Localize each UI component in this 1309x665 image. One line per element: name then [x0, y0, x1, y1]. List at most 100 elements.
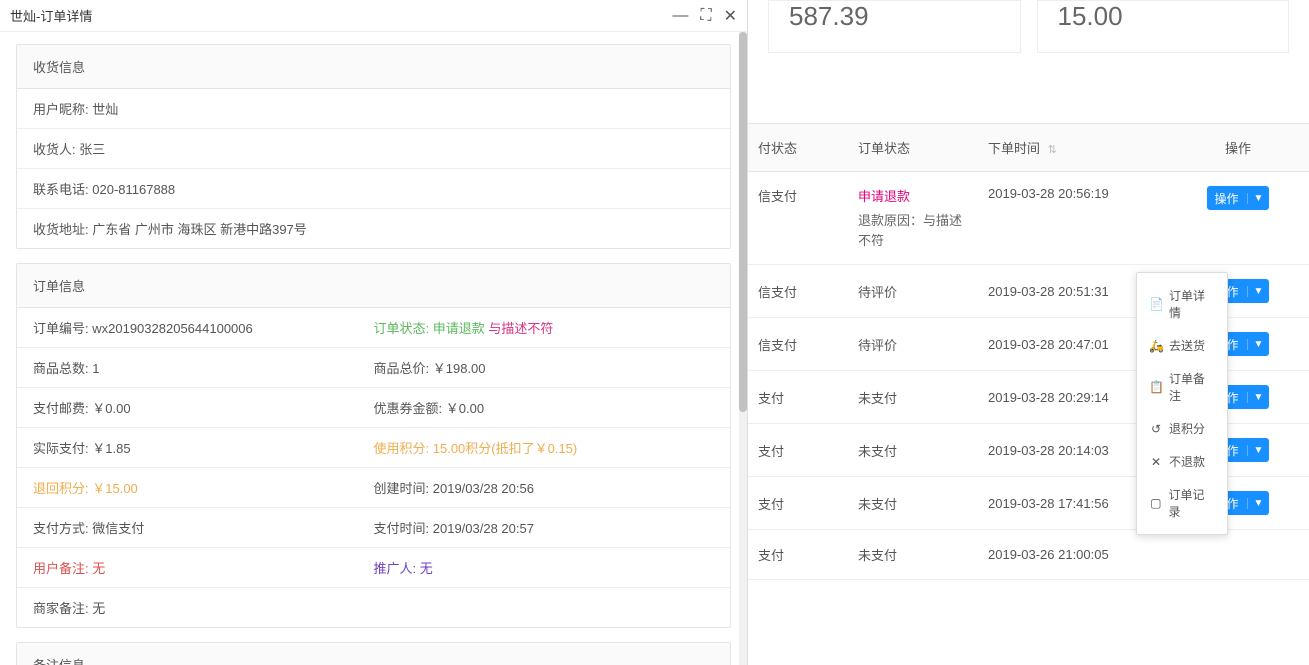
modal-controls: — ⛶ ✕: [672, 6, 737, 26]
status-label: 订单状态:: [374, 321, 430, 336]
coupon-value: ￥0.00: [446, 401, 484, 416]
caret-down-icon: ▼: [1247, 445, 1270, 456]
address-row: 收货地址: 广东省 广州市 海珠区 新港中路397号: [17, 209, 730, 248]
cell-pay: 支付: [748, 427, 848, 474]
caret-down-icon: ▼: [1247, 392, 1270, 403]
user-remark-label: 用户备注:: [33, 561, 89, 576]
merchant-remark-label: 商家备注:: [33, 601, 89, 616]
promoter-label: 推广人:: [374, 561, 417, 576]
dropdown-item-deliver[interactable]: 🛵 去送货: [1137, 329, 1227, 362]
cell-status: 待评价: [848, 268, 978, 315]
th-order-time[interactable]: 下单时间 ⇅: [978, 124, 1168, 171]
order-row-6: 支付方式: 微信支付 支付时间: 2019/03/28 20:57: [17, 508, 730, 548]
stat-value-2: 15.00: [1058, 1, 1269, 32]
points-return-value: ￥15.00: [92, 481, 138, 496]
th-order-status[interactable]: 订单状态: [848, 124, 978, 171]
goods-total-value: ￥198.00: [433, 361, 486, 376]
cell-status: 待评价: [848, 321, 978, 368]
order-row-3: 支付邮费: ￥0.00 优惠券金额: ￥0.00: [17, 388, 730, 428]
address-value: 广东省 广州市 海珠区 新港中路397号: [92, 222, 307, 237]
user-remark-value: 无: [92, 561, 105, 576]
caret-down-icon: ▼: [1247, 339, 1270, 350]
dropdown-item-label: 订单详情: [1169, 287, 1215, 321]
cell-status: 未支付: [848, 480, 978, 527]
dropdown-item-label: 不退款: [1169, 453, 1205, 470]
th-action: 操作: [1168, 124, 1308, 171]
cell-status: 未支付: [848, 427, 978, 474]
dropdown-item-label: 退积分: [1169, 420, 1205, 437]
coupon-label: 优惠券金额:: [374, 401, 443, 416]
phone-row: 联系电话: 020-81167888: [17, 169, 730, 209]
nickname-row: 用户昵称: 世灿: [17, 89, 730, 129]
caret-down-icon: ▼: [1247, 286, 1270, 297]
caret-down-icon: ▼: [1247, 193, 1270, 204]
shipping-header: 收货信息: [17, 45, 730, 89]
address-label: 收货地址:: [33, 222, 89, 237]
maximize-icon[interactable]: ⛶: [700, 7, 711, 25]
pay-time-value: 2019/03/28 20:57: [433, 521, 534, 536]
pay-method-value: 微信支付: [92, 521, 144, 536]
pay-time-label: 支付时间:: [374, 521, 430, 536]
order-row-2: 商品总数: 1 商品总价: ￥198.00: [17, 348, 730, 388]
created-label: 创建时间:: [374, 481, 430, 496]
nickname-label: 用户昵称:: [33, 102, 89, 117]
points-return-label: 退回积分:: [33, 481, 89, 496]
cell-status: 未支付: [848, 531, 978, 578]
action-button-label: 操作: [1207, 190, 1247, 207]
cell-time: 2019-03-26 21:00:05: [978, 533, 1168, 576]
promoter-value: 无: [420, 561, 433, 576]
order-detail-modal: 世灿-订单详情 — ⛶ ✕ 收货信息 用户昵称: 世灿 收货人: 张三 联系电话…: [0, 0, 748, 665]
cell-action: [1168, 541, 1308, 569]
phone-label: 联系电话:: [33, 182, 89, 197]
order-row-7: 用户备注: 无 推广人: 无: [17, 548, 730, 588]
cell-status: 未支付: [848, 374, 978, 421]
minimize-icon[interactable]: —: [672, 7, 688, 25]
dropdown-item-refund-points[interactable]: ↺ 退积分: [1137, 412, 1227, 445]
points-used-value: 15.00积分(抵扣了￥0.15): [433, 441, 578, 456]
ship-fee-value: ￥0.00: [92, 401, 130, 416]
scrollbar-thumb[interactable]: [739, 32, 747, 412]
dropdown-item-order-detail[interactable]: 📄 订单详情: [1137, 279, 1227, 329]
close-icon[interactable]: ✕: [724, 6, 737, 26]
th-order-time-label: 下单时间: [988, 141, 1040, 156]
log-icon: ▢: [1149, 496, 1163, 510]
sort-icon[interactable]: ⇅: [1048, 144, 1057, 156]
order-no-value: wx20190328205644100006: [92, 321, 253, 336]
stat-card-2: 15.00: [1037, 0, 1290, 53]
order-row-4: 实际支付: ￥1.85 使用积分: 15.00积分(抵扣了￥0.15): [17, 428, 730, 468]
dropdown-item-remark[interactable]: 📋 订单备注: [1137, 362, 1227, 412]
table-row: 支付 未支付 2019-03-26 21:00:05: [748, 530, 1309, 580]
refund-status: 申请退款: [858, 186, 968, 205]
action-button[interactable]: 操作 ▼: [1207, 186, 1270, 210]
stat-card-1: 587.39: [768, 0, 1021, 53]
phone-value: 020-81167888: [92, 182, 175, 197]
modal-body: 收货信息 用户昵称: 世灿 收货人: 张三 联系电话: 020-81167888…: [0, 32, 747, 665]
nickname-value: 世灿: [92, 102, 118, 117]
receiver-row: 收货人: 张三: [17, 129, 730, 169]
cancel-icon: ✕: [1149, 455, 1163, 469]
cell-pay: 支付: [748, 480, 848, 527]
modal-header: 世灿-订单详情 — ⛶ ✕: [0, 0, 747, 32]
cell-pay: 信支付: [748, 172, 848, 219]
dropdown-item-no-refund[interactable]: ✕ 不退款: [1137, 445, 1227, 478]
shipping-info-card: 收货信息 用户昵称: 世灿 收货人: 张三 联系电话: 020-81167888…: [16, 44, 731, 249]
table-header-row: 付状态 订单状态 下单时间 ⇅ 操作: [748, 123, 1309, 172]
caret-down-icon: ▼: [1247, 498, 1270, 509]
cell-pay: 支付: [748, 531, 848, 578]
merchant-remark-value: 无: [92, 601, 105, 616]
cell-pay: 信支付: [748, 268, 848, 315]
modal-title: 世灿-订单详情: [10, 6, 92, 25]
created-value: 2019/03/28 20:56: [433, 481, 534, 496]
th-pay-status[interactable]: 付状态: [748, 124, 848, 171]
cell-status: 申请退款 退款原因：与描述不符: [848, 172, 978, 264]
dropdown-item-label: 订单备注: [1169, 370, 1215, 404]
points-used-label: 使用积分:: [374, 441, 430, 456]
file-icon: 📄: [1149, 297, 1163, 311]
dropdown-item-label: 订单记录: [1169, 486, 1215, 520]
dropdown-item-order-log[interactable]: ▢ 订单记录: [1137, 478, 1227, 528]
order-header: 订单信息: [17, 264, 730, 308]
paid-value: ￥1.85: [92, 441, 130, 456]
cell-pay: 支付: [748, 374, 848, 421]
clipboard-icon: 📋: [1149, 380, 1163, 394]
order-row-8: 商家备注: 无: [17, 588, 730, 627]
